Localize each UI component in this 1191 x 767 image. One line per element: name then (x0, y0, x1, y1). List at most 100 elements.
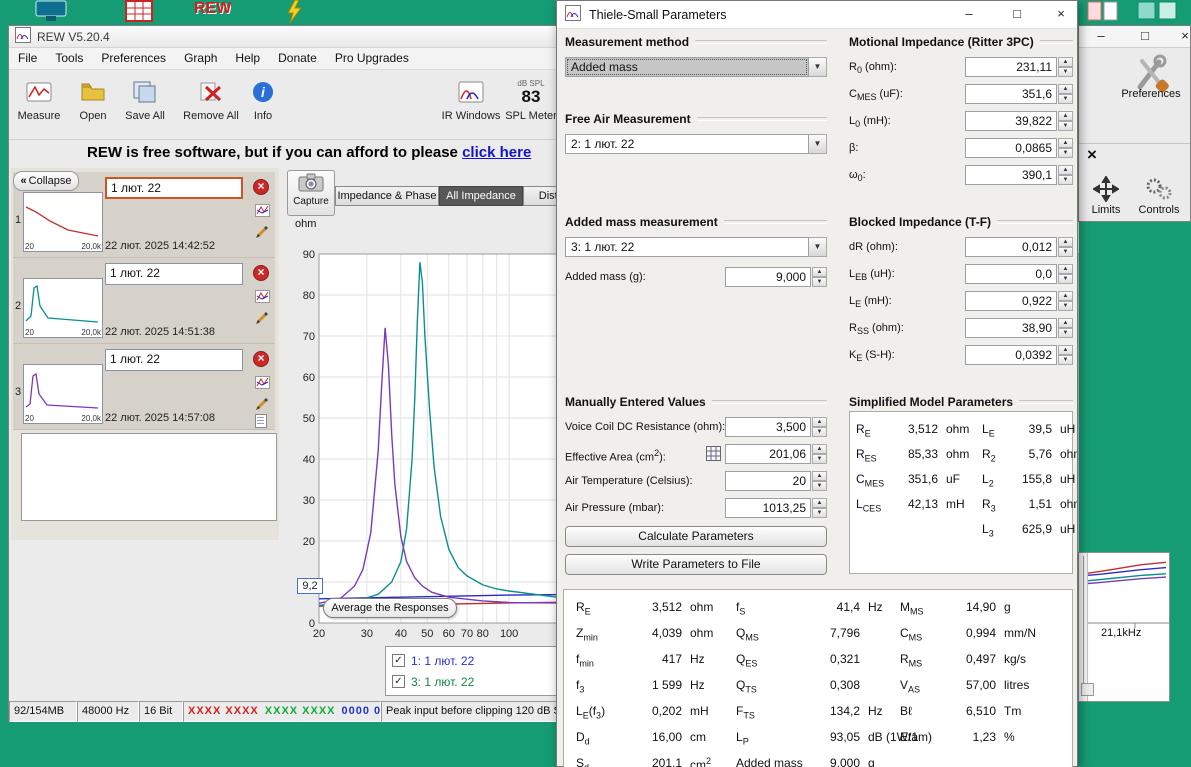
menu-graph[interactable]: Graph (175, 48, 226, 69)
free-air-measurement-combo[interactable]: 2: 1 лют. 22 ▼ (565, 134, 827, 154)
average-responses-button[interactable]: Average the Responses (323, 598, 457, 618)
spinner-arrows[interactable]: ▲ ▼ (1058, 57, 1073, 77)
motional-spinner[interactable]: 351,6 ▲ ▼ (965, 84, 1073, 104)
toolbar-save-all-button[interactable]: Save All (119, 74, 171, 122)
write-parameters-button[interactable]: Write Parameters to File (565, 554, 827, 575)
measurement-notes[interactable] (21, 433, 277, 521)
dialog-titlebar[interactable]: Thiele-Small Parameters – □ × (557, 1, 1077, 29)
spinner-up-icon[interactable]: ▲ (1058, 111, 1073, 121)
maximize-button[interactable]: □ (1131, 26, 1159, 48)
dialog-maximize-button[interactable]: □ (995, 1, 1039, 29)
limits-button[interactable]: Limits (1083, 174, 1129, 216)
spinner-up-icon[interactable]: ▲ (1058, 264, 1073, 274)
toolbar-preferences-button[interactable]: Preferences (1115, 54, 1187, 100)
spinner-up-icon[interactable]: ▲ (1058, 318, 1073, 328)
spinner-up-icon[interactable]: ▲ (812, 267, 827, 277)
blocked-spinner[interactable]: 0,922 ▲ ▼ (965, 291, 1073, 311)
legend-checkbox[interactable]: ✓ (392, 654, 405, 667)
tab-all-impedance[interactable]: All Impedance (439, 186, 523, 206)
spinner-arrows[interactable]: ▲ ▼ (1058, 237, 1073, 257)
manual-value-spinner[interactable]: 1013,25 ▲ ▼ (725, 498, 827, 518)
calculate-parameters-button[interactable]: Calculate Parameters (565, 526, 827, 547)
spinner-up-icon[interactable]: ▲ (812, 498, 827, 508)
graph-scrollbar[interactable] (1079, 553, 1088, 701)
capture-button[interactable]: Capture (287, 170, 335, 216)
combo-arrow-icon[interactable]: ▼ (809, 237, 827, 257)
desktop-icon-grid[interactable] (116, 0, 162, 24)
spinner-arrows[interactable]: ▲ ▼ (1058, 318, 1073, 338)
motional-spinner[interactable]: 390,1 ▲ ▼ (965, 165, 1073, 185)
measurement-name-field[interactable]: 1 лют. 22 (105, 263, 243, 285)
banner-link[interactable]: click here (462, 144, 531, 161)
desktop-icon-monitor[interactable] (28, 0, 74, 24)
blocked-spinner[interactable]: 0,0392 ▲ ▼ (965, 345, 1073, 365)
collapse-button[interactable]: «Collapse (13, 171, 79, 191)
spinner-up-icon[interactable]: ▲ (1058, 291, 1073, 301)
spinner-arrows[interactable]: ▲ ▼ (1058, 264, 1073, 284)
added-mass-measurement-combo[interactable]: 3: 1 лют. 22 ▼ (565, 237, 827, 257)
spinner-down-icon[interactable]: ▼ (1058, 67, 1073, 77)
measurement-method-combo[interactable]: Added mass ▼ (565, 57, 827, 77)
desktop-icon-rew-text[interactable]: REW (194, 0, 231, 24)
motional-spinner[interactable]: 39,822 ▲ ▼ (965, 111, 1073, 131)
controls-button[interactable]: Controls (1131, 174, 1187, 216)
spinner-arrows[interactable]: ▲ ▼ (812, 267, 827, 287)
spinner-up-icon[interactable]: ▲ (1058, 165, 1073, 175)
spinner-arrows[interactable]: ▲ ▼ (812, 498, 827, 518)
measurement-chart-icon[interactable] (255, 290, 270, 305)
banner-close-icon[interactable]: × (1083, 146, 1101, 165)
measurement-item[interactable]: 3 20 20,0k 1 лют. 22 × 22 лют. 2025 14:57:08 (13, 344, 275, 430)
spinner-down-icon[interactable]: ▼ (1058, 274, 1073, 284)
toolbar-ir-windows-button[interactable]: IR Windows (439, 74, 503, 122)
spinner-up-icon[interactable]: ▲ (812, 471, 827, 481)
area-calculator-icon[interactable] (706, 446, 721, 461)
combo-arrow-icon[interactable]: ▼ (809, 134, 827, 154)
spinner-up-icon[interactable]: ▲ (812, 417, 827, 427)
legend-checkbox[interactable]: ✓ (392, 675, 405, 688)
toolbar-spl-meter-button[interactable]: dB SPL 83 SPL Meter (501, 74, 561, 122)
manual-value-spinner[interactable]: 20 ▲ ▼ (725, 471, 827, 491)
spinner-down-icon[interactable]: ▼ (812, 277, 827, 287)
spinner-down-icon[interactable]: ▼ (1058, 94, 1073, 104)
spinner-up-icon[interactable]: ▲ (1058, 345, 1073, 355)
spinner-down-icon[interactable]: ▼ (1058, 247, 1073, 257)
motional-spinner[interactable]: 0,0865 ▲ ▼ (965, 138, 1073, 158)
combo-arrow-icon[interactable]: ▼ (809, 57, 827, 77)
delete-measurement-button[interactable]: × (253, 179, 269, 195)
menu-preferences[interactable]: Preferences (92, 48, 175, 69)
spinner-arrows[interactable]: ▲ ▼ (812, 417, 827, 437)
dialog-close-button[interactable]: × (1039, 1, 1083, 29)
spinner-down-icon[interactable]: ▼ (1058, 328, 1073, 338)
desktop-icon-lightning[interactable] (284, 0, 308, 24)
desktop-icon-doc-teal[interactable] (1136, 0, 1180, 24)
edit-pencil-icon[interactable] (255, 311, 270, 326)
menu-help[interactable]: Help (226, 48, 269, 69)
spinner-down-icon[interactable]: ▼ (812, 481, 827, 491)
menu-pro-upgrades[interactable]: Pro Upgrades (326, 48, 418, 69)
spinner-up-icon[interactable]: ▲ (1058, 138, 1073, 148)
spinner-arrows[interactable]: ▲ ▼ (1058, 138, 1073, 158)
toolbar-remove-all-button[interactable]: Remove All (179, 74, 243, 122)
notes-icon[interactable] (255, 414, 270, 429)
delete-measurement-button[interactable]: × (253, 351, 269, 367)
spinner-up-icon[interactable]: ▲ (1058, 237, 1073, 247)
motional-spinner[interactable]: 231,11 ▲ ▼ (965, 57, 1073, 77)
spinner-arrows[interactable]: ▲ ▼ (812, 471, 827, 491)
edit-pencil-icon[interactable] (255, 225, 270, 240)
spinner-arrows[interactable]: ▲ ▼ (812, 444, 827, 464)
blocked-spinner[interactable]: 0,0 ▲ ▼ (965, 264, 1073, 284)
spinner-down-icon[interactable]: ▼ (1058, 121, 1073, 131)
tab-impedance-phase[interactable]: Impedance & Phase (335, 186, 439, 206)
manual-value-spinner[interactable]: 3,500 ▲ ▼ (725, 417, 827, 437)
measurement-name-field[interactable]: 1 лют. 22 (105, 349, 243, 371)
spinner-down-icon[interactable]: ▼ (812, 508, 827, 518)
close-button[interactable]: × (1171, 26, 1191, 48)
manual-value-spinner[interactable]: 201,06 ▲ ▼ (725, 444, 827, 464)
spinner-down-icon[interactable]: ▼ (812, 427, 827, 437)
spinner-arrows[interactable]: ▲ ▼ (1058, 111, 1073, 131)
menu-tools[interactable]: Tools (46, 48, 92, 69)
spinner-arrows[interactable]: ▲ ▼ (1058, 84, 1073, 104)
spinner-down-icon[interactable]: ▼ (1058, 175, 1073, 185)
spinner-arrows[interactable]: ▲ ▼ (1058, 291, 1073, 311)
dialog-minimize-button[interactable]: – (947, 1, 991, 29)
